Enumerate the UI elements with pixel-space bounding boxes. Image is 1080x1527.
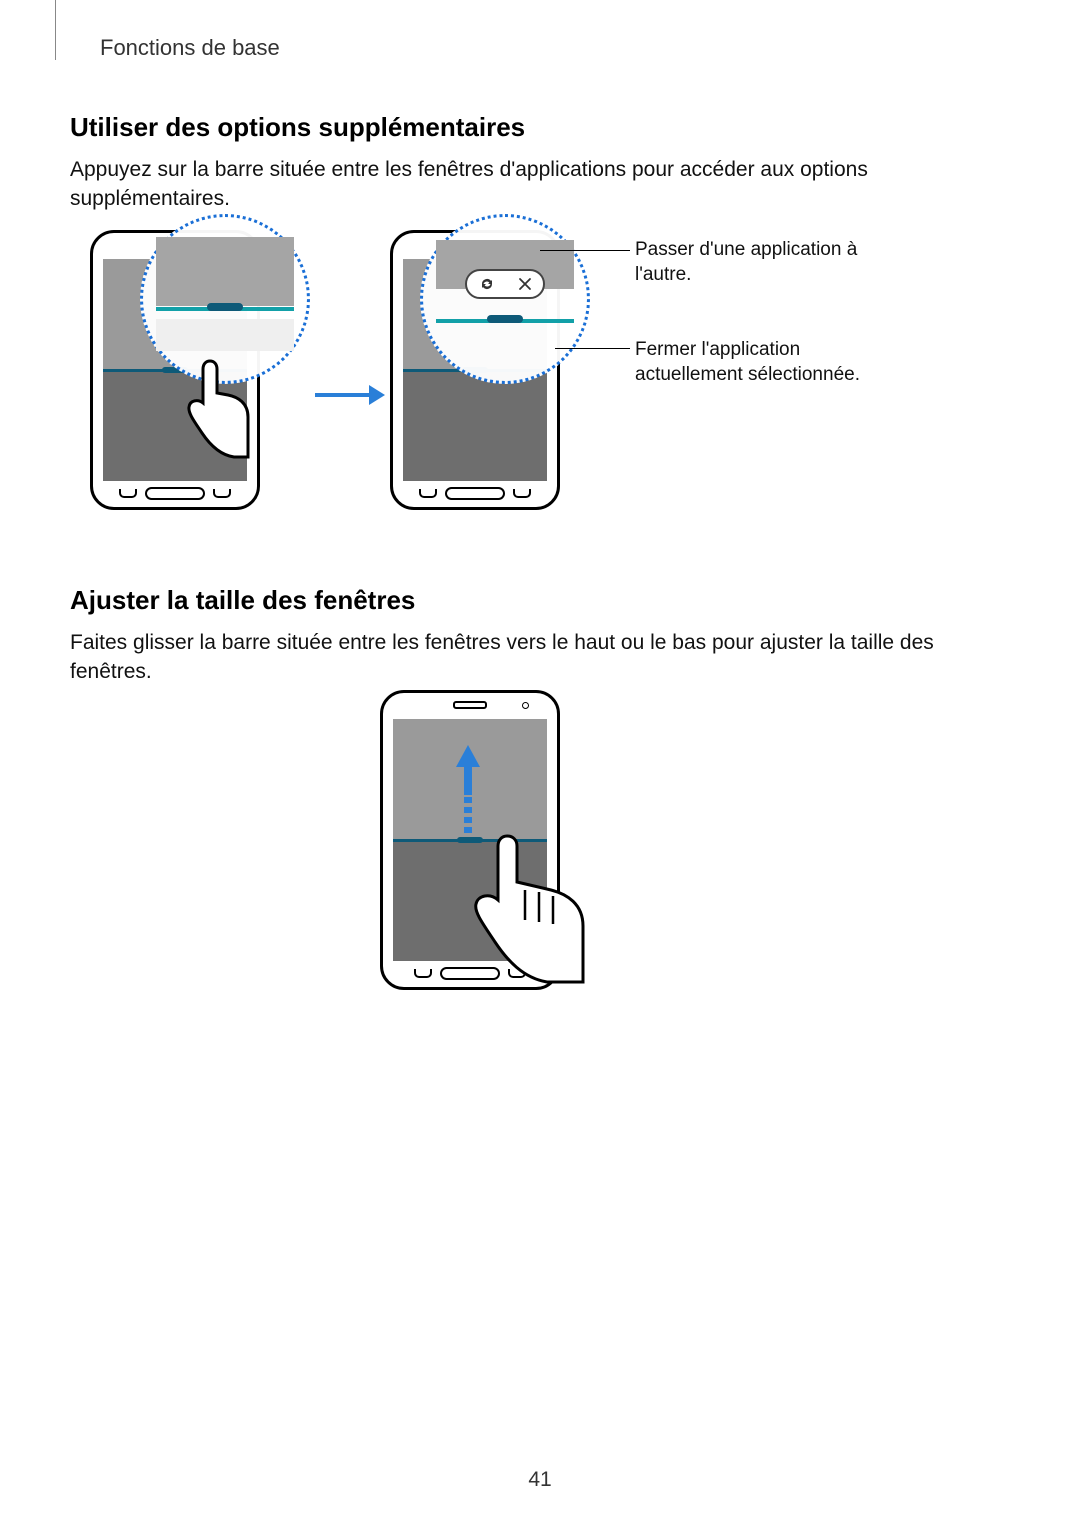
leader-swap — [540, 250, 630, 251]
leader-close — [555, 348, 630, 349]
section-resize-windows: Ajuster la taille des fenêtres Faites gl… — [70, 585, 1010, 687]
close-app-icon — [518, 277, 532, 291]
annotation-swap: Passer d'une application à l'autre. — [635, 238, 865, 287]
split-options-pill — [465, 269, 545, 299]
section-additional-options: Utiliser des options supplémentaires App… — [70, 112, 1010, 214]
heading-resize-windows: Ajuster la taille des fenêtres — [70, 585, 1010, 616]
swap-apps-icon — [479, 276, 495, 292]
body-additional-options: Appuyez sur la barre située entre les fe… — [70, 155, 1010, 214]
phone-resize — [380, 690, 560, 990]
section-label: Fonctions de base — [100, 35, 280, 61]
header-rule — [55, 0, 56, 60]
arrow-right-icon — [315, 385, 385, 405]
heading-additional-options: Utiliser des options supplémentaires — [70, 112, 1010, 143]
swipe-up-arrow-icon — [456, 745, 480, 835]
page-number: 41 — [0, 1468, 1080, 1492]
magnifier-before — [140, 214, 310, 384]
annotation-close: Fermer l'application actuellement sélect… — [635, 338, 865, 387]
figure-split-options: Passer d'une application à l'autre. Ferm… — [70, 220, 1010, 530]
body-resize-windows: Faites glisser la barre située entre les… — [70, 628, 1010, 687]
magnifier-after — [420, 214, 590, 384]
figure-resize — [370, 680, 710, 1010]
